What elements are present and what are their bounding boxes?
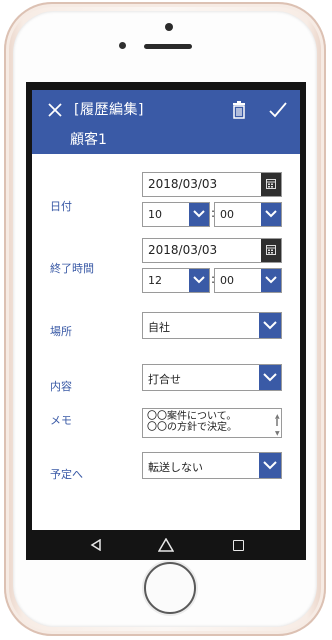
proximity-sensor — [165, 23, 173, 31]
android-nav-bar — [26, 530, 306, 560]
place-label: 場所 — [50, 325, 72, 338]
dropdown-button[interactable] — [261, 203, 281, 226]
memo-scrollbar[interactable]: ▲ ▼ — [275, 411, 280, 437]
calendar-icon — [266, 245, 276, 255]
header-bar: [履歴編集] 顧客1 — [32, 90, 300, 154]
date-value: 2018/03/03 — [148, 177, 218, 191]
end-time-label: 終了時間 — [50, 262, 94, 275]
end-date-picker[interactable]: 2018/03/03 — [142, 238, 282, 263]
date-picker[interactable]: 2018/03/03 — [142, 172, 282, 197]
page-title: [履歴編集] — [74, 102, 144, 118]
end-hour-dropdown[interactable]: 12 — [142, 268, 210, 293]
dropdown-button[interactable] — [189, 203, 209, 226]
chevron-down-icon — [265, 276, 277, 284]
calendar-icon — [266, 179, 276, 189]
dropdown-button[interactable] — [261, 269, 281, 292]
start-hour-value: 10 — [148, 208, 162, 221]
chevron-down-icon — [263, 321, 277, 330]
back-triangle-icon[interactable] — [90, 539, 102, 551]
dropdown-button[interactable] — [259, 453, 281, 478]
start-minute-value: 00 — [220, 208, 234, 221]
plan-dropdown[interactable]: 転送しない — [142, 452, 282, 479]
trash-icon[interactable] — [231, 101, 247, 119]
memo-line-1: 〇〇案件について。 — [147, 411, 237, 422]
recent-apps-icon[interactable] — [233, 540, 244, 551]
end-minute-value: 00 — [220, 274, 234, 287]
memo-textarea[interactable]: 〇〇案件について。 〇〇の方針で決定。 ▲ ▼ — [142, 408, 282, 438]
calendar-button[interactable] — [261, 173, 281, 196]
chevron-down-icon — [193, 276, 205, 284]
place-dropdown[interactable]: 自社 — [142, 312, 282, 339]
place-value: 自社 — [148, 321, 170, 334]
chevron-down-icon — [263, 373, 277, 382]
end-date-value: 2018/03/03 — [148, 243, 218, 257]
app-view: [履歴編集] 顧客1 日付 2018/03/03 10 00 終了時間 2018… — [32, 90, 300, 530]
content-value: 打合せ — [148, 373, 181, 386]
customer-name: 顧客1 — [70, 132, 107, 148]
date-label: 日付 — [50, 200, 72, 213]
start-hour-dropdown[interactable]: 10 — [142, 202, 210, 227]
earpiece-speaker — [144, 44, 192, 49]
chevron-down-icon — [193, 210, 205, 218]
dropdown-button[interactable] — [259, 365, 281, 390]
content-dropdown[interactable]: 打合せ — [142, 364, 282, 391]
home-icon[interactable] — [158, 538, 174, 552]
calendar-button[interactable] — [261, 239, 281, 262]
front-camera — [119, 42, 126, 49]
end-minute-dropdown[interactable]: 00 — [214, 268, 282, 293]
content-label: 内容 — [50, 380, 72, 393]
dropdown-button[interactable] — [189, 269, 209, 292]
chevron-down-icon — [263, 461, 277, 470]
phone-screen: [履歴編集] 顧客1 日付 2018/03/03 10 00 終了時間 2018… — [26, 82, 306, 560]
end-hour-value: 12 — [148, 274, 162, 287]
scroll-thumb[interactable] — [276, 418, 278, 426]
memo-line-2: 〇〇の方針で決定。 — [147, 422, 237, 433]
start-minute-dropdown[interactable]: 00 — [214, 202, 282, 227]
plan-label: 予定へ — [50, 468, 83, 481]
scroll-down-icon[interactable]: ▼ — [275, 428, 280, 439]
dropdown-button[interactable] — [259, 313, 281, 338]
hardware-home-button[interactable] — [144, 562, 196, 614]
plan-value: 転送しない — [148, 461, 203, 474]
check-icon[interactable] — [268, 100, 288, 120]
chevron-down-icon — [265, 210, 277, 218]
memo-label: メモ — [50, 414, 72, 427]
close-icon[interactable] — [46, 101, 64, 119]
